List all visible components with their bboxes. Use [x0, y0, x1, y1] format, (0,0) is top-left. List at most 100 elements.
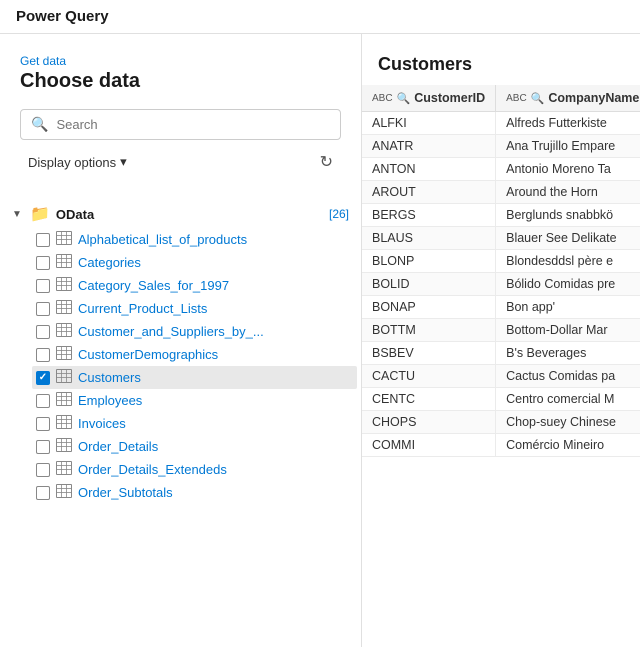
- col-type-icon: ABC: [506, 93, 527, 104]
- folder-icon: 📁: [30, 204, 50, 224]
- tree-item[interactable]: Employees: [32, 389, 357, 412]
- customer-id-cell: CHOPS: [362, 411, 496, 434]
- company-name-cell: Alfreds Futterkiste: [496, 112, 640, 135]
- table-row[interactable]: BONAPBon app': [362, 296, 640, 319]
- tree-item-label: Invoices: [78, 416, 126, 431]
- col-search-icon: 🔍: [397, 92, 411, 105]
- table-body: ALFKIAlfreds FutterkisteANATRAna Trujill…: [362, 112, 640, 457]
- tree-root: ▼ 📁 OData [26] Alphabetical_list_of_prod…: [4, 200, 357, 504]
- display-options-button[interactable]: Display options ▾: [24, 152, 131, 172]
- left-panel-header: Get data Choose data 🔍 Display options ▾…: [0, 34, 361, 200]
- tree-item-checkbox[interactable]: [36, 348, 50, 362]
- tree-item-label: Customers: [78, 370, 141, 385]
- table-row[interactable]: BLAUSBlauer See Delikate: [362, 227, 640, 250]
- table-row[interactable]: BLONPBlondesddsl père e: [362, 250, 640, 273]
- table-icon: [56, 438, 72, 455]
- tree-item-checkbox[interactable]: [36, 302, 50, 316]
- tree-item[interactable]: Alphabetical_list_of_products: [32, 228, 357, 251]
- company-name-cell: Around the Horn: [496, 181, 640, 204]
- customer-id-cell: BONAP: [362, 296, 496, 319]
- tree-item[interactable]: Order_Subtotals: [32, 481, 357, 504]
- customer-id-cell: ANTON: [362, 158, 496, 181]
- search-box[interactable]: 🔍: [20, 109, 341, 140]
- company-name-cell: Blondesddsl père e: [496, 250, 640, 273]
- tree-item-checkbox[interactable]: [36, 440, 50, 454]
- table-row[interactable]: AROUTAround the Horn: [362, 181, 640, 204]
- get-data-label: Get data: [20, 54, 341, 68]
- table-title: Customers: [362, 34, 640, 85]
- display-options-label: Display options: [28, 155, 116, 170]
- tree-item[interactable]: Order_Details_Extendeds: [32, 458, 357, 481]
- table-row[interactable]: BSBEVB's Beverages: [362, 342, 640, 365]
- tree-item-checkbox[interactable]: [36, 394, 50, 408]
- table-column-header: ABC 🔍 CompanyName: [496, 85, 640, 112]
- company-name-cell: Cactus Comidas pa: [496, 365, 640, 388]
- customer-id-cell: ANATR: [362, 135, 496, 158]
- refresh-button[interactable]: ↻: [316, 148, 337, 176]
- table-row[interactable]: ANTONAntonio Moreno Ta: [362, 158, 640, 181]
- tree-item-checkbox[interactable]: [36, 463, 50, 477]
- tree-item[interactable]: Invoices: [32, 412, 357, 435]
- tree-item-checkbox[interactable]: [36, 325, 50, 339]
- table-row[interactable]: BERGSBerglunds snabbkö: [362, 204, 640, 227]
- odata-count: [26]: [329, 207, 349, 221]
- company-name-cell: Berglunds snabbkö: [496, 204, 640, 227]
- customer-id-cell: BERGS: [362, 204, 496, 227]
- tree-item-label: Customer_and_Suppliers_by_...: [78, 324, 264, 339]
- company-name-cell: Bottom-Dollar Mar: [496, 319, 640, 342]
- tree-item-label: Categories: [78, 255, 141, 270]
- tree-item[interactable]: CustomerDemographics: [32, 343, 357, 366]
- customer-id-cell: CENTC: [362, 388, 496, 411]
- tree-item-checkbox[interactable]: [36, 233, 50, 247]
- customer-id-cell: ALFKI: [362, 112, 496, 135]
- table-icon: [56, 323, 72, 340]
- customer-id-cell: COMMI: [362, 434, 496, 457]
- choose-data-title: Choose data: [20, 70, 341, 93]
- table-row[interactable]: BOTTMBottom-Dollar Mar: [362, 319, 640, 342]
- odata-header[interactable]: ▼ 📁 OData [26]: [4, 200, 357, 228]
- col-type-icon: ABC: [372, 93, 393, 104]
- tree-item-checkbox[interactable]: [36, 417, 50, 431]
- table-icon: [56, 300, 72, 317]
- table-icon: [56, 231, 72, 248]
- customer-id-cell: CACTU: [362, 365, 496, 388]
- table-row[interactable]: CHOPSChop-suey Chinese: [362, 411, 640, 434]
- company-name-cell: Centro comercial M: [496, 388, 640, 411]
- tree-item[interactable]: Categories: [32, 251, 357, 274]
- table-row[interactable]: BOLIDBólido Comidas pre: [362, 273, 640, 296]
- tree-item[interactable]: Order_Details: [32, 435, 357, 458]
- table-row[interactable]: CENTCCentro comercial M: [362, 388, 640, 411]
- tree-item[interactable]: Customers: [32, 366, 357, 389]
- table-row[interactable]: CACTUCactus Comidas pa: [362, 365, 640, 388]
- tree-item[interactable]: Category_Sales_for_1997: [32, 274, 357, 297]
- tree-item-checkbox[interactable]: [36, 371, 50, 385]
- tree-container[interactable]: ▼ 📁 OData [26] Alphabetical_list_of_prod…: [0, 200, 361, 647]
- col-name: CustomerID: [414, 91, 485, 105]
- app-title: Power Query: [16, 8, 109, 25]
- data-table-container[interactable]: ABC 🔍 CustomerID ABC 🔍 CompanyName ALFKI…: [362, 85, 640, 647]
- table-icon: [56, 369, 72, 386]
- table-icon: [56, 277, 72, 294]
- search-icon: 🔍: [31, 116, 48, 133]
- tree-item-checkbox[interactable]: [36, 279, 50, 293]
- col-name: CompanyName: [548, 91, 639, 105]
- customer-id-cell: BLONP: [362, 250, 496, 273]
- table-column-header: ABC 🔍 CustomerID: [362, 85, 496, 112]
- company-name-cell: Chop-suey Chinese: [496, 411, 640, 434]
- display-options-row: Display options ▾ ↻: [20, 148, 341, 188]
- table-row[interactable]: ANATRAna Trujillo Empare: [362, 135, 640, 158]
- company-name-cell: Bon app': [496, 296, 640, 319]
- tree-item-label: Alphabetical_list_of_products: [78, 232, 247, 247]
- tree-item-label: Current_Product_Lists: [78, 301, 207, 316]
- main-container: Get data Choose data 🔍 Display options ▾…: [0, 34, 640, 647]
- table-row[interactable]: COMMIComércio Mineiro: [362, 434, 640, 457]
- tree-item-checkbox[interactable]: [36, 486, 50, 500]
- customer-id-cell: BOTTM: [362, 319, 496, 342]
- table-row[interactable]: ALFKIAlfreds Futterkiste: [362, 112, 640, 135]
- search-input[interactable]: [56, 117, 330, 132]
- tree-item[interactable]: Customer_and_Suppliers_by_...: [32, 320, 357, 343]
- tree-item[interactable]: Current_Product_Lists: [32, 297, 357, 320]
- company-name-cell: Bólido Comidas pre: [496, 273, 640, 296]
- tree-item-checkbox[interactable]: [36, 256, 50, 270]
- tree-item-label: Order_Details: [78, 439, 158, 454]
